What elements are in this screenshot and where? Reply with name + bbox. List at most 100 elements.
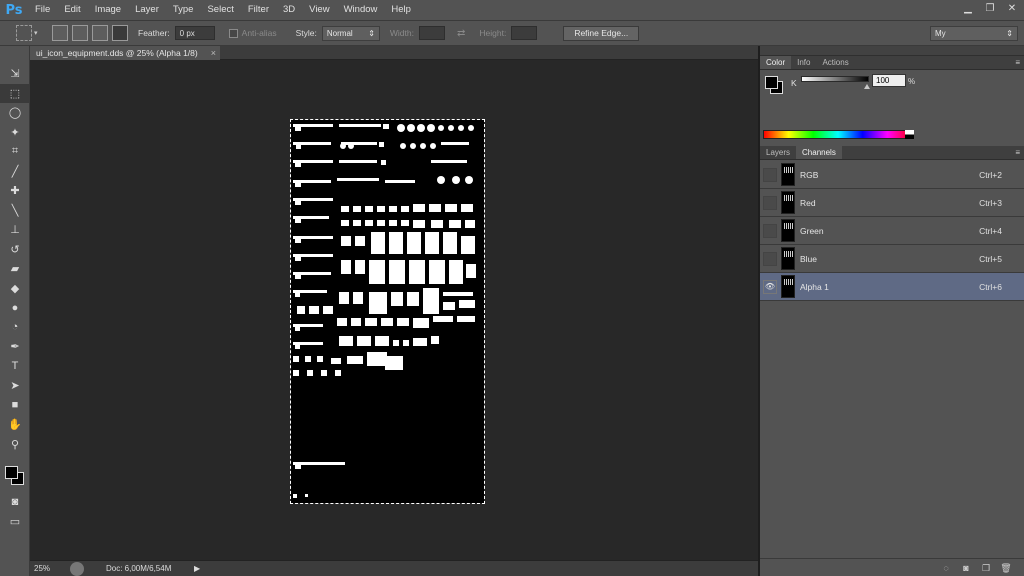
brush-tool[interactable]: ╲ <box>0 201 30 221</box>
tab-info[interactable]: Info <box>791 56 816 69</box>
menu-layer[interactable]: Layer <box>128 0 166 20</box>
document-tab[interactable]: ui_icon_equipment.dds @ 25% (Alpha 1/8) … <box>30 46 220 60</box>
minimize-button[interactable]: ▁ <box>960 2 976 16</box>
path-selection-tool[interactable]: ➤ <box>0 376 30 396</box>
marquee-preset-icon[interactable] <box>16 25 32 41</box>
load-selection-icon[interactable]: ◌ <box>940 562 952 574</box>
status-info-icon[interactable] <box>70 561 84 576</box>
paint-bucket-tool[interactable]: ◆ <box>0 279 30 299</box>
menu-edit[interactable]: Edit <box>57 0 87 20</box>
menu-help[interactable]: Help <box>384 0 418 20</box>
chevron-updown-icon: ⇕ <box>368 28 375 38</box>
hand-tool[interactable]: ✋ <box>0 415 30 435</box>
delete-channel-icon[interactable]: 🗑 <box>1000 562 1012 574</box>
k-value-input[interactable]: 100 <box>872 74 906 87</box>
channels-panel: Layers Channels ≡ RGB Ctrl+2 Red Ctrl+3 Gree… <box>760 146 1024 576</box>
crop-tool[interactable]: ⌗ <box>0 142 30 162</box>
panel-header-strip[interactable] <box>760 46 1024 56</box>
antialias-checkbox[interactable] <box>228 28 238 38</box>
history-brush-icon: ↺ <box>10 243 20 256</box>
eyedropper-icon: ╱ <box>11 165 19 178</box>
menu-filter[interactable]: Filter <box>241 0 276 20</box>
document-canvas[interactable] <box>290 119 485 504</box>
menu-select[interactable]: Select <box>200 0 240 20</box>
new-selection-icon[interactable] <box>52 25 68 41</box>
eyedropper-tool[interactable]: ╱ <box>0 162 30 182</box>
color-panel-foreground-swatch[interactable] <box>765 76 778 89</box>
feather-input[interactable]: 0 px <box>174 26 215 40</box>
eraser-tool[interactable]: ▰ <box>0 259 30 279</box>
history-brush-tool[interactable]: ↺ <box>0 240 30 260</box>
dodge-tool[interactable]: ◔ <box>0 318 30 338</box>
tab-layers[interactable]: Layers <box>760 146 796 159</box>
channel-shortcut: Ctrl+5 <box>979 253 1002 264</box>
visibility-eye-icon[interactable] <box>763 223 777 238</box>
lasso-tool[interactable]: ◯ <box>0 103 30 123</box>
color-panel-tabs: Color Info Actions ≡ <box>760 56 1024 70</box>
channel-row[interactable]: Blue Ctrl+5 <box>760 245 1024 273</box>
channel-row[interactable]: Red Ctrl+3 <box>760 189 1024 217</box>
k-slider-thumb[interactable] <box>864 84 870 89</box>
visibility-eye-icon[interactable] <box>763 167 777 182</box>
visibility-eye-icon[interactable] <box>763 251 777 266</box>
alpha-channel-image <box>293 124 476 498</box>
zoom-tool[interactable]: ⚲ <box>0 435 30 455</box>
refine-edge-button[interactable]: Refine Edge... <box>563 25 640 41</box>
healing-brush-tool[interactable]: ✚ <box>0 181 30 201</box>
visibility-eye-icon[interactable]: 👁 <box>763 279 777 294</box>
blur-tool[interactable]: ● <box>0 298 30 318</box>
move-tool[interactable]: ⇲ <box>0 64 30 84</box>
intersect-selection-icon[interactable] <box>112 25 128 41</box>
menu-view[interactable]: View <box>302 0 336 20</box>
workspace-select[interactable]: My ⇕ <box>930 26 1018 41</box>
foreground-color-swatch[interactable] <box>5 466 18 479</box>
panel-menu-icon[interactable]: ≡ <box>1015 58 1020 67</box>
tab-channels[interactable]: Channels <box>796 146 842 159</box>
canvas-area[interactable] <box>30 61 758 560</box>
save-selection-icon[interactable]: ◙ <box>960 562 972 574</box>
new-channel-icon[interactable]: ❐ <box>980 562 992 574</box>
menu-type[interactable]: Type <box>166 0 201 20</box>
subtract-selection-icon[interactable] <box>92 25 108 41</box>
width-label: Width: <box>389 28 414 38</box>
toolbar-grip[interactable] <box>0 46 29 64</box>
height-label: Height: <box>479 28 507 38</box>
menu-3d[interactable]: 3D <box>276 0 302 20</box>
height-input[interactable] <box>511 26 538 40</box>
clone-stamp-tool[interactable]: ⊥ <box>0 220 30 240</box>
shape-tool[interactable]: ■ <box>0 396 30 416</box>
rect-marquee-tool[interactable]: ⬚ <box>0 83 30 103</box>
pen-icon: ✒ <box>10 341 20 354</box>
status-menu-arrow-icon[interactable]: ▶ <box>194 564 200 573</box>
channel-row[interactable]: RGB Ctrl+2 <box>760 161 1024 189</box>
eraser-icon: ▰ <box>10 263 20 276</box>
close-tab-icon[interactable]: × <box>211 46 216 60</box>
crop-icon: ⌗ <box>11 145 19 158</box>
close-button[interactable]: ✕ <box>1004 2 1020 16</box>
style-label: Style: <box>295 28 317 38</box>
add-selection-icon[interactable] <box>72 25 88 41</box>
type-tool[interactable]: T <box>0 357 30 377</box>
tab-color[interactable]: Color <box>760 56 792 69</box>
menu-image[interactable]: Image <box>88 0 128 20</box>
pen-tool[interactable]: ✒ <box>0 337 30 357</box>
visibility-eye-icon[interactable] <box>763 195 777 210</box>
black-white-swatch[interactable] <box>905 130 914 139</box>
zoom-level[interactable]: 25% <box>30 564 64 573</box>
quick-mask-icon[interactable]: ◙ <box>0 492 30 512</box>
menu-file[interactable]: File <box>28 0 57 20</box>
swap-dimensions-icon[interactable]: ⇄ <box>457 28 465 39</box>
magic-wand-tool[interactable]: ✦ <box>0 123 30 143</box>
menu-window[interactable]: Window <box>337 0 385 20</box>
screen-mode-icon[interactable]: ▭ <box>0 512 30 532</box>
restore-button[interactable]: ❐ <box>982 2 998 16</box>
color-spectrum-bar[interactable] <box>763 130 913 139</box>
preset-dropdown-icon[interactable]: ▾ <box>34 29 42 37</box>
channel-row[interactable]: Green Ctrl+4 <box>760 217 1024 245</box>
style-select[interactable]: Normal ⇕ <box>321 25 380 41</box>
channel-row[interactable]: 👁 Alpha 1 Ctrl+6 <box>760 273 1024 301</box>
k-slider[interactable] <box>801 76 869 82</box>
tab-actions[interactable]: Actions <box>816 56 854 69</box>
panel-menu-icon[interactable]: ≡ <box>1015 148 1020 157</box>
width-input[interactable] <box>418 26 445 40</box>
